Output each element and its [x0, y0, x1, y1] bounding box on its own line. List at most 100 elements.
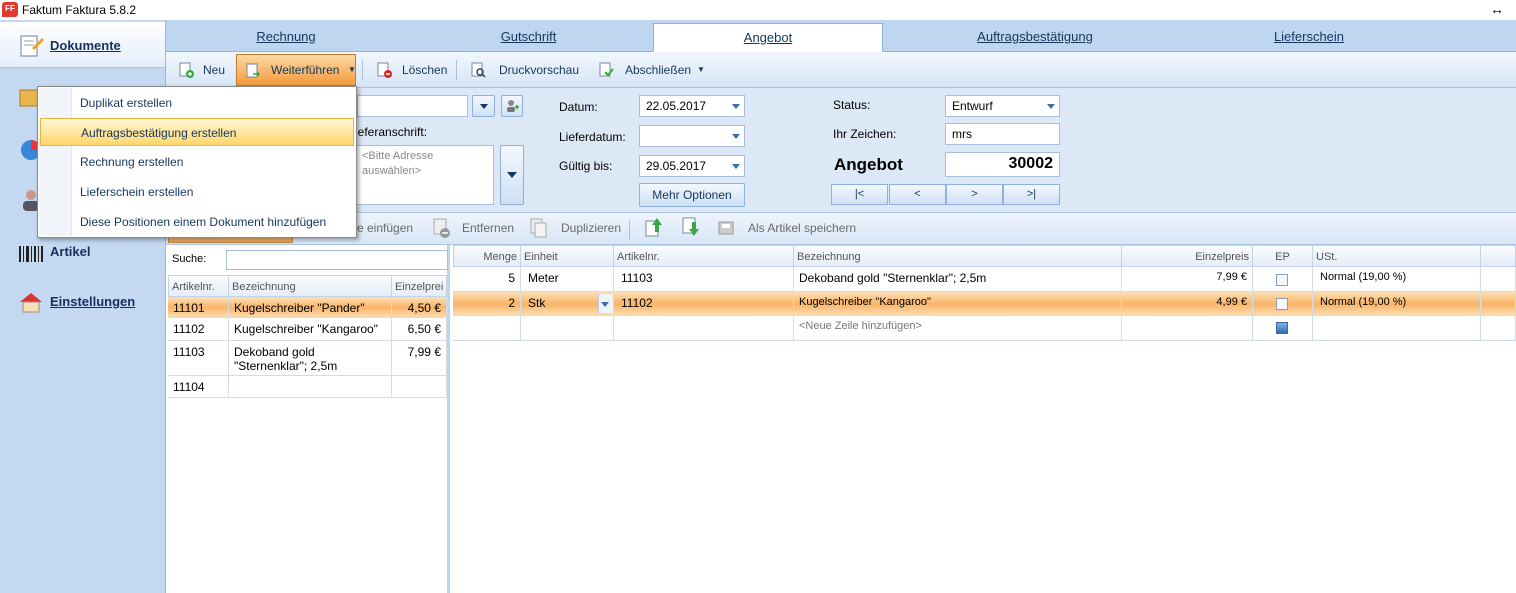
pos-header-qty[interactable]: Menge	[453, 245, 521, 267]
chevron-down-icon	[480, 104, 488, 109]
pos-cell-qty[interactable]: 2	[453, 292, 521, 316]
pos-header-unit[interactable]: Einheit	[520, 245, 614, 267]
pos-cell-price[interactable]: 4,99 €	[1122, 292, 1253, 316]
pos-cell-vat[interactable]: Normal (19,00 %)	[1313, 292, 1481, 316]
pos-new-cell[interactable]	[453, 316, 521, 341]
insert-positions-label[interactable]: e einfügen	[357, 221, 413, 235]
pos-header-name[interactable]: Bezeichnung	[793, 245, 1122, 267]
menu-item-create-order-confirmation[interactable]: Auftragsbestätigung erstellen	[40, 118, 354, 146]
ep-checkbox[interactable]	[1276, 274, 1288, 286]
article-cell-price[interactable]: 6,50 €	[392, 318, 447, 341]
ep-checkbox-indeterminate[interactable]	[1276, 322, 1288, 334]
customer-dropdown-button[interactable]	[472, 95, 495, 117]
pos-cell-vat[interactable]: Normal (19,00 %)	[1313, 267, 1481, 292]
add-new-row[interactable]: <Neue Zeile hinzufügen>	[794, 316, 1122, 341]
continue-document-icon	[246, 63, 261, 78]
article-header-nr[interactable]: Artikelnr.	[168, 275, 229, 297]
delivery-address-box[interactable]: <Bitte Adresse auswählen>	[355, 145, 494, 205]
pos-new-cell[interactable]	[521, 316, 614, 341]
duplicate-position-button[interactable]: Duplizieren	[561, 221, 621, 235]
menu-item-create-invoice[interactable]: Rechnung erstellen	[40, 148, 354, 176]
pos-cell-ep[interactable]	[1253, 267, 1313, 292]
article-cell-price[interactable]	[392, 376, 447, 398]
nav-first-button[interactable]: |<	[831, 184, 888, 205]
your-sign-label: Ihr Zeichen:	[833, 127, 897, 141]
continue-dropdown-arrow-icon: ▼	[348, 65, 356, 74]
title-bar: FF Faktum Faktura 5.8.2 ↔	[0, 0, 1516, 20]
customer-add-button[interactable]	[501, 95, 523, 117]
ep-checkbox[interactable]	[1276, 298, 1288, 310]
delete-document-icon	[377, 62, 392, 78]
customer-input[interactable]	[357, 95, 468, 117]
save-as-article-button[interactable]: Als Artikel speichern	[748, 221, 856, 235]
complete-document-icon	[599, 62, 614, 77]
new-button[interactable]: Neu	[170, 56, 234, 84]
article-cell-nr[interactable]: 11104	[168, 376, 229, 398]
nav-last-button[interactable]: >|	[1003, 184, 1060, 205]
nav-next-button[interactable]: >	[946, 184, 1003, 205]
pos-cell-name[interactable]: Dekoband gold "Sternenklar"; 2,5m	[794, 267, 1122, 292]
complete-button[interactable]: Abschließen ▼	[590, 56, 710, 84]
delivery-address-dropdown-button[interactable]	[500, 145, 524, 205]
print-preview-button[interactable]: Druckvorschau	[462, 56, 580, 84]
nav-item-dokumente[interactable]: Dokumente	[0, 22, 165, 68]
address-placeholder-line1: <Bitte Adresse	[362, 150, 434, 162]
tab-gutschrift[interactable]: Gutschrift	[406, 23, 651, 52]
pos-cell-filler	[1481, 316, 1516, 341]
article-search-input[interactable]	[226, 250, 448, 270]
tab-lieferschein[interactable]: Lieferschein	[1184, 23, 1434, 52]
move-up-icon[interactable]	[644, 216, 664, 238]
pos-cell-qty[interactable]: 5	[453, 267, 521, 292]
document-number-field[interactable]: 30002	[945, 152, 1060, 177]
pos-cell-nr[interactable]: 11102	[614, 292, 794, 316]
continue-button[interactable]: Weiterführen ▼	[236, 54, 356, 86]
tab-auftragsbestaetigung[interactable]: Auftragsbestätigung	[886, 23, 1184, 52]
article-header-name[interactable]: Bezeichnung	[228, 275, 392, 297]
article-cell-nr[interactable]: 11103	[168, 341, 229, 376]
article-cell-price[interactable]: 4,50 €	[392, 297, 447, 318]
article-header-price[interactable]: Einzelprei	[391, 275, 447, 297]
article-cell-nr[interactable]: 11101	[168, 297, 229, 318]
pos-cell-ep[interactable]	[1253, 292, 1313, 316]
nav-item-einstellungen[interactable]: Einstellungen	[0, 278, 165, 324]
pos-new-cell[interactable]	[1313, 316, 1481, 341]
menu-item-add-positions-to-document[interactable]: Diese Positionen einem Dokument hinzufüg…	[40, 208, 354, 236]
date-input[interactable]: 22.05.2017	[639, 95, 745, 117]
menu-item-duplicate[interactable]: Duplikat erstellen	[40, 89, 354, 117]
status-select[interactable]: Entwurf	[945, 95, 1060, 117]
article-cell-nr[interactable]: 11102	[168, 318, 229, 341]
remove-position-button[interactable]: Entfernen	[462, 221, 514, 235]
article-cell-name[interactable]	[229, 376, 392, 398]
article-cell-name[interactable]: Kugelschreiber "Pander"	[229, 297, 392, 318]
delete-button[interactable]: Löschen	[368, 56, 448, 84]
your-sign-input[interactable]: mrs	[945, 123, 1060, 145]
article-cell-price[interactable]: 7,99 €	[392, 341, 447, 376]
status-label: Status:	[833, 98, 871, 112]
pos-cell-name[interactable]: Kugelschreiber "Kangaroo"	[794, 292, 1122, 316]
move-down-icon[interactable]	[681, 216, 701, 238]
pos-header-vat[interactable]: USt.	[1312, 245, 1481, 267]
pos-header-price[interactable]: Einzelpreis	[1121, 245, 1253, 267]
duplicate-position-icon	[530, 218, 547, 238]
pos-cell-unit[interactable]: Meter	[521, 267, 614, 292]
pos-new-cell[interactable]	[614, 316, 794, 341]
article-cell-name[interactable]: Kugelschreiber "Kangaroo"	[229, 318, 392, 341]
valid-until-input[interactable]: 29.05.2017	[639, 155, 745, 177]
pos-new-cell-ep[interactable]	[1253, 316, 1313, 341]
article-cell-name[interactable]: Dekoband gold "Sternenklar"; 2,5m	[229, 341, 392, 376]
pos-cell-price[interactable]: 7,99 €	[1122, 267, 1253, 292]
unit-dropdown-button[interactable]	[598, 294, 613, 313]
more-options-button[interactable]: Mehr Optionen	[639, 183, 745, 207]
barcode-icon	[19, 246, 43, 262]
tab-rechnung[interactable]: Rechnung	[166, 23, 406, 52]
nav-prev-button[interactable]: <	[889, 184, 946, 205]
pos-header-ep[interactable]: EP	[1252, 245, 1313, 267]
pos-new-cell[interactable]	[1122, 316, 1253, 341]
tab-angebot[interactable]: Angebot	[653, 23, 883, 52]
pos-cell-unit[interactable]: Stk	[521, 292, 614, 316]
resize-arrows-icon[interactable]: ↔	[1490, 1, 1504, 17]
pos-cell-nr[interactable]: 11103	[614, 267, 794, 292]
pos-header-nr[interactable]: Artikelnr.	[613, 245, 794, 267]
delivery-date-input[interactable]	[639, 125, 745, 147]
menu-item-create-delivery-note[interactable]: Lieferschein erstellen	[40, 178, 354, 206]
